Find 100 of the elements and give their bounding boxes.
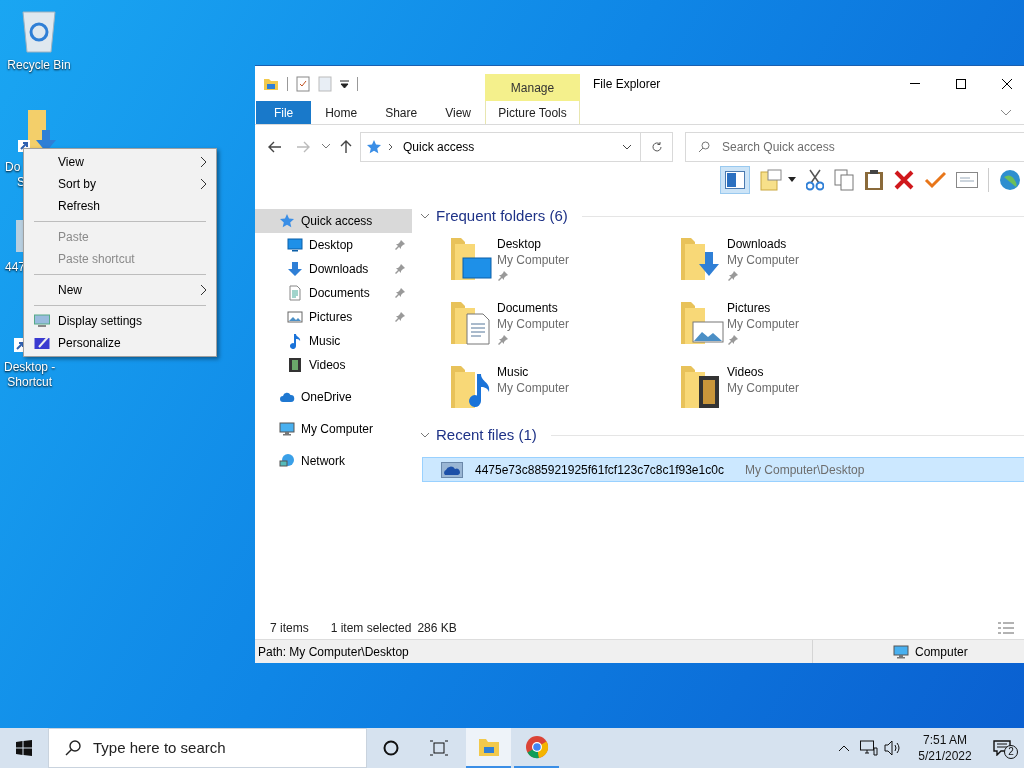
windows-logo-icon: [16, 740, 32, 756]
image-file-icon: [441, 461, 463, 478]
clock[interactable]: 7:51 AM 5/21/2022: [910, 728, 980, 768]
monitor-icon: [34, 314, 50, 328]
sidebar-item[interactable]: Downloads: [255, 257, 412, 281]
sidebar-item[interactable]: My Computer: [255, 417, 412, 441]
copy-icon[interactable]: [834, 168, 854, 191]
location-text: Computer: [915, 643, 968, 661]
maximize-icon: [956, 78, 966, 89]
folder-tile[interactable]: Documents My Computer: [449, 300, 679, 348]
menu-item[interactable]: New: [24, 279, 216, 301]
item-count: 7 items: [270, 620, 309, 637]
globe-icon[interactable]: [999, 168, 1021, 191]
scissors-icon[interactable]: [806, 168, 824, 191]
menu-item[interactable]: Personalize: [24, 332, 216, 354]
folder-name: Desktop: [497, 236, 543, 252]
ribbon-tab[interactable]: Share: [371, 101, 432, 124]
folder-location: My Computer: [727, 252, 800, 268]
card-icon[interactable]: [956, 171, 978, 188]
sidebar-item[interactable]: Network: [255, 449, 412, 473]
menu-item[interactable]: View: [24, 151, 216, 173]
folder-name: Music: [497, 364, 530, 380]
monitor-icon: [893, 643, 909, 660]
dropdown-arrow-icon[interactable]: [788, 177, 796, 182]
selection-size: 286 KB: [417, 620, 457, 637]
folder-location: My Computer: [727, 316, 800, 332]
folder-location: My Computer: [497, 380, 570, 396]
file-row[interactable]: 4475e73c885921925f61fcf123c7c8c1f93e1c0c My Computer\Desktop: [422, 457, 1024, 482]
down-arrow-icon: [287, 261, 303, 277]
task-view-icon: [430, 740, 448, 756]
menu-item[interactable]: Refresh: [24, 195, 216, 217]
folder-name: Documents: [497, 300, 559, 316]
folder-name: Pictures: [727, 300, 772, 316]
file-name: 4475e73c885921925f61fcf123c7c8c1f93e1c0c: [475, 461, 725, 479]
chevron-down-icon[interactable]: [622, 143, 632, 150]
sidebar-item[interactable]: OneDrive: [255, 385, 412, 409]
chevron-right-icon: [388, 142, 393, 151]
folder-tile[interactable]: Videos My Computer: [679, 364, 909, 412]
icon-label: Shortcut: [7, 375, 53, 390]
folder-tile[interactable]: Desktop My Computer: [449, 236, 679, 284]
sidebar-item[interactable]: Pictures: [255, 305, 412, 329]
preview-pane-button[interactable]: [720, 165, 750, 194]
menu-item[interactable]: Display settings: [24, 310, 216, 332]
recycle-bin-icon[interactable]: [19, 8, 59, 54]
close-icon: [1002, 78, 1012, 89]
clipboard-icon[interactable]: [864, 168, 884, 191]
browser-icon: [524, 735, 549, 759]
pane-icon: [725, 170, 745, 189]
star-icon: [366, 138, 382, 155]
address-text: Quick access: [403, 138, 476, 156]
menu-item[interactable]: Sort by: [24, 173, 216, 195]
search-field[interactable]: Search Quick access: [722, 137, 1024, 156]
chevron-down-icon[interactable]: [322, 144, 330, 149]
monitor-icon: [279, 421, 295, 437]
ribbon-tab[interactable]: View: [431, 101, 485, 124]
chevron-down-icon[interactable]: [420, 431, 430, 439]
ribbon-tab[interactable]: Home: [311, 101, 372, 124]
dropdown-icon[interactable]: [340, 79, 349, 88]
music-note-icon: [287, 333, 303, 349]
back-arrow-icon[interactable]: [268, 140, 282, 153]
sidebar-item[interactable]: Videos: [255, 353, 412, 377]
notifications-button[interactable]: 2: [980, 728, 1024, 768]
search-icon: [698, 140, 710, 153]
file-tab[interactable]: File: [256, 101, 312, 124]
refresh-icon: [650, 140, 663, 153]
checkmark-icon[interactable]: [924, 170, 946, 189]
icon-label: Do: [5, 160, 22, 175]
search-box[interactable]: Search Quick access: [685, 131, 1024, 162]
film-icon: [287, 357, 303, 373]
checklist-icon[interactable]: [296, 75, 310, 92]
address-bar[interactable]: Quick access: [360, 131, 641, 162]
minimize-icon: [910, 83, 920, 84]
folder-tile[interactable]: Pictures My Computer: [679, 300, 909, 348]
sidebar-item[interactable]: Desktop: [255, 233, 412, 257]
section-heading: Frequent folders (6): [436, 205, 568, 226]
refresh-button[interactable]: [641, 131, 673, 162]
up-arrow-icon[interactable]: [340, 139, 352, 154]
sidebar-item[interactable]: Documents: [255, 281, 412, 305]
star-icon: [279, 213, 295, 229]
folder-name: Videos: [727, 364, 765, 380]
search-box[interactable]: Type here to search: [48, 728, 367, 768]
sidebar-item[interactable]: Quick access: [255, 209, 412, 233]
folder-tile[interactable]: Music My Computer: [449, 364, 679, 412]
monitor-icon: [287, 237, 303, 253]
icon-label: Recycle Bin: [7, 58, 71, 73]
document-icon: [287, 285, 303, 301]
delete-icon[interactable]: [894, 169, 914, 190]
circle-icon: [383, 740, 399, 756]
network-icon: [279, 453, 295, 469]
folder-name: Downloads: [727, 236, 788, 252]
chevron-down-icon[interactable]: [420, 212, 430, 220]
path-text: Path: My Computer\Desktop: [258, 643, 410, 661]
volume-icon[interactable]: [884, 740, 902, 756]
search-field[interactable]: Type here to search: [93, 736, 366, 760]
window-title: File Explorer: [593, 75, 661, 93]
network-icon[interactable]: [860, 740, 878, 756]
taskbar-app[interactable]: [466, 728, 511, 768]
folder-tile[interactable]: Downloads My Computer: [679, 236, 909, 284]
chevron-up-icon[interactable]: [838, 744, 850, 752]
sidebar-item[interactable]: Music: [255, 329, 412, 353]
